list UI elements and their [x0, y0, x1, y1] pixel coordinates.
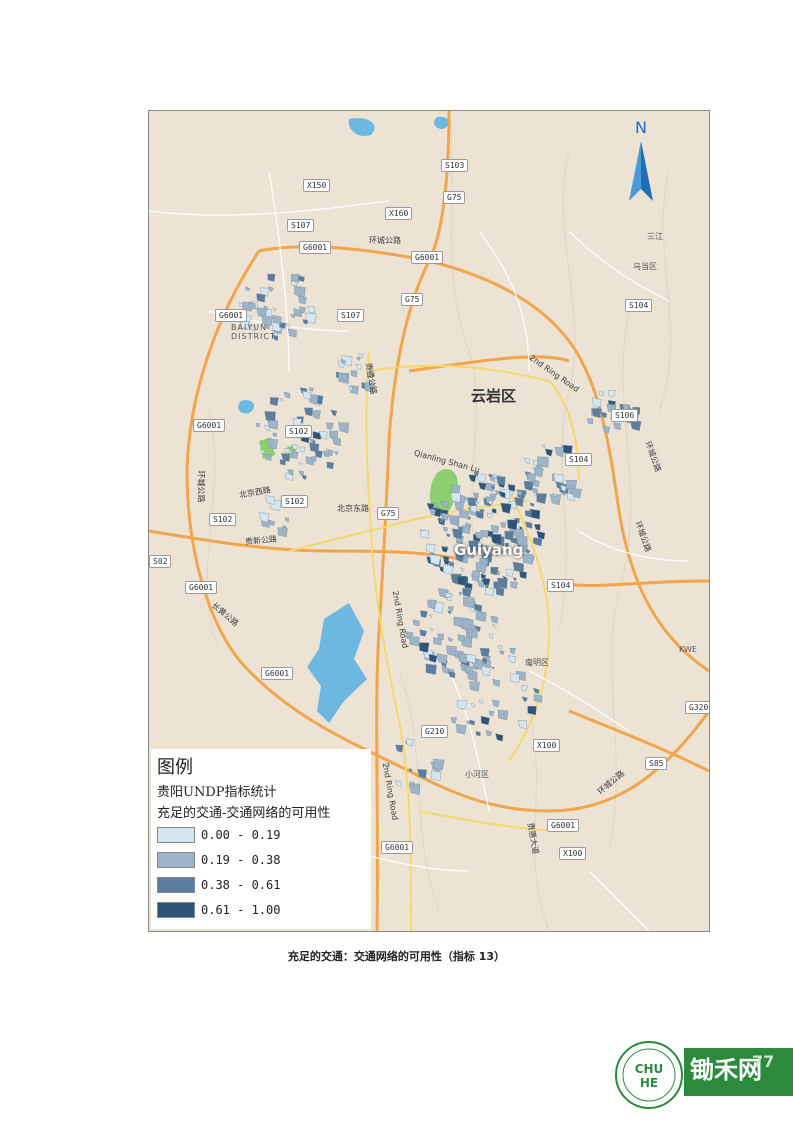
shield-g75c: G75 — [377, 507, 400, 520]
label-baiyun: BAIYUN DISTRICT — [231, 323, 276, 341]
indicator-patch — [309, 387, 314, 392]
shield-g6001g: G6001 — [547, 819, 580, 832]
label-huancheng: 环城公路 — [369, 236, 401, 245]
legend-range-4: 0.61 - 1.00 — [201, 903, 281, 917]
svg-text:HE: HE — [640, 1076, 658, 1090]
shield-x100b: X100 — [559, 847, 587, 860]
label-yunyan: 云岩区 — [471, 387, 517, 405]
indicator-patch — [452, 518, 459, 525]
indicator-patch — [427, 599, 437, 610]
shield-g6001b: G6001 — [411, 251, 444, 264]
legend-title: 图例 — [157, 757, 193, 778]
legend-swatch-1 — [157, 827, 195, 843]
indicator-patch — [472, 570, 480, 578]
shield-s104b: S104 — [565, 453, 593, 466]
indicator-patch — [490, 475, 496, 482]
shield-g210: G210 — [421, 725, 449, 738]
shield-g6001d: G6001 — [193, 419, 226, 432]
indicator-patch — [413, 619, 420, 627]
label-huancheng-west: 环城公路 — [196, 470, 206, 503]
indicator-patch — [495, 587, 505, 597]
indicator-patch — [284, 448, 290, 454]
indicator-patch — [484, 587, 494, 597]
indicator-patch — [443, 564, 454, 575]
indicator-patch — [510, 673, 520, 684]
shield-s85: S85 — [645, 757, 668, 770]
shield-s107a: S107 — [287, 219, 315, 232]
label-xiaohe: 小河区 — [465, 770, 489, 779]
shield-g6001a: G6001 — [299, 241, 332, 254]
shield-g320: G320 — [685, 701, 709, 714]
shield-s102c: S102 — [209, 513, 237, 526]
indicator-patch — [430, 770, 442, 781]
chuhe-logo-icon: CHU HE — [615, 1041, 683, 1109]
shield-x150: X150 — [303, 179, 331, 192]
indicator-patch — [477, 473, 487, 483]
indicator-patch — [527, 706, 537, 716]
label-beijingdong: 北京东路 — [337, 504, 369, 513]
indicator-patch — [497, 709, 509, 721]
shield-x100a: X100 — [533, 739, 561, 752]
figure-caption: 充足的交通：交通网络的可用性（指标 13） — [287, 950, 506, 963]
brand-url[interactable]: www.chuhe.com — [690, 1086, 764, 1096]
legend-row: 0.19 - 0.38 — [157, 849, 365, 871]
shield-g6001f: G6001 — [261, 667, 294, 680]
indicator-patch — [269, 397, 279, 407]
shield-g6001c: G6001 — [215, 309, 248, 322]
shield-g6001h: G6001 — [381, 841, 414, 854]
indicator-patch — [248, 302, 256, 310]
north-arrow-icon: N — [629, 119, 653, 201]
indicator-patch — [279, 459, 286, 466]
legend-row: 0.00 - 0.19 — [157, 824, 365, 846]
indicator-patch — [409, 781, 415, 787]
compass-letter: N — [635, 119, 647, 137]
legend-row: 0.61 - 1.00 — [157, 899, 365, 921]
shield-s104a: S104 — [625, 299, 653, 312]
svg-text:CHU: CHU — [635, 1062, 664, 1076]
shield-x160: X160 — [385, 207, 413, 220]
label-guiyang: Guiyang — [454, 541, 524, 559]
indicator-patch — [326, 461, 335, 470]
indicator-patch — [445, 592, 451, 599]
indicator-patch — [265, 454, 273, 461]
indicator-patch — [272, 432, 277, 437]
indicator-patch — [459, 509, 470, 520]
shield-s103: S103 — [441, 159, 469, 172]
legend-range-2: 0.19 - 0.38 — [201, 853, 281, 867]
label-kwe: KWE — [679, 645, 697, 654]
indicator-patch — [505, 568, 515, 577]
shield-s106: S106 — [611, 409, 639, 422]
shield-s102a: S102 — [285, 425, 313, 438]
legend-subtitle1: 贵阳UNDP指标统计 — [157, 785, 277, 800]
indicator-patch — [509, 490, 514, 496]
shield-g6001e: G6001 — [185, 581, 218, 594]
indicator-patch — [491, 508, 497, 514]
indicator-patch — [457, 634, 466, 642]
indicator-patch — [475, 611, 487, 622]
page-number: 77 — [752, 1052, 775, 1071]
legend: 图例 贵阳UNDP指标统计 充足的交通-交通网络的可用性 0.00 - 0.19… — [151, 749, 371, 929]
indicator-patch — [255, 423, 260, 428]
shield-g75a: G75 — [443, 191, 466, 204]
indicator-patch — [521, 685, 528, 692]
legend-range-1: 0.00 - 0.19 — [201, 828, 281, 842]
shield-g75b: G75 — [401, 293, 424, 306]
legend-swatch-4 — [157, 902, 195, 918]
shield-s102b: S102 — [281, 495, 309, 508]
legend-range-3: 0.38 - 0.61 — [201, 878, 281, 892]
map-frame: BAIYUN DISTRICT 云岩区 Guiyang 南明区 小河区 三江 乌… — [148, 110, 710, 932]
legend-swatch-2 — [157, 852, 195, 868]
label-nanming: 南明区 — [525, 658, 549, 667]
indicator-patch — [510, 581, 518, 589]
legend-swatch-3 — [157, 877, 195, 893]
shield-s104c: S104 — [547, 579, 575, 592]
shield-s107b: S107 — [337, 309, 365, 322]
legend-row: 0.38 - 0.61 — [157, 874, 365, 896]
indicator-patch — [277, 527, 288, 538]
shield-s02: S02 — [149, 555, 172, 568]
label-wudangqu: 乌当区 — [633, 262, 657, 271]
label-sanjiang: 三江 — [647, 232, 663, 241]
legend-subtitle2: 充足的交通-交通网络的可用性 — [157, 806, 331, 821]
